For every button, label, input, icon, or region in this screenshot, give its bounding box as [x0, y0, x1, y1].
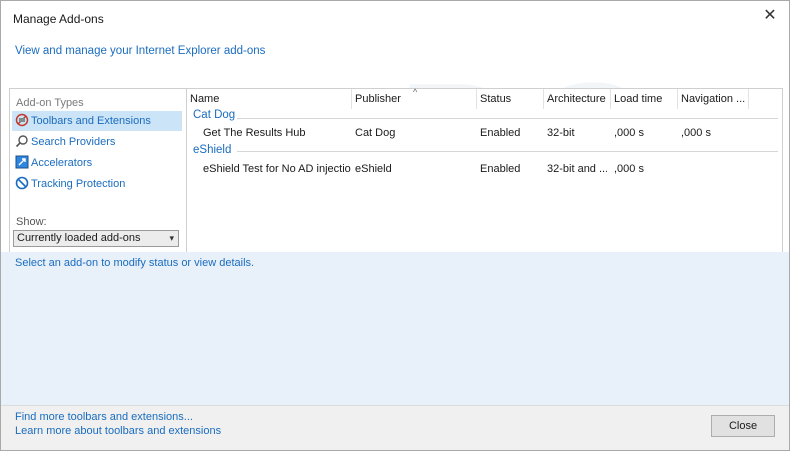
- footer-bar: Find more toolbars and extensions... Lea…: [1, 405, 789, 450]
- sidebar-item-tracking-protection[interactable]: Tracking Protection: [12, 174, 182, 194]
- sidebar-item-label: Accelerators: [31, 157, 93, 169]
- row-name: Get The Results Hub: [203, 127, 306, 139]
- row-architecture: 32-bit and ...: [547, 163, 607, 175]
- row-load-time: ,000 s: [614, 163, 644, 175]
- column-header-navigation[interactable]: Navigation ...: [678, 89, 748, 109]
- show-dropdown[interactable]: Currently loaded add-ons ▾: [13, 230, 179, 247]
- manage-addons-link[interactable]: View and manage your Internet Explorer a…: [15, 45, 265, 57]
- toolbars-extensions-icon: [15, 113, 29, 127]
- column-header-architecture[interactable]: Architecture: [544, 89, 610, 109]
- column-header-name[interactable]: Name: [187, 89, 351, 109]
- addon-types-sidebar: Add-on Types Toolbars and Extensions Sea…: [10, 89, 187, 252]
- row-navigation: ,000 s: [681, 127, 711, 139]
- row-publisher: eShield: [355, 163, 392, 175]
- sidebar-item-search-providers[interactable]: Search Providers: [12, 132, 182, 152]
- row-status: Enabled: [480, 127, 521, 139]
- column-header-status[interactable]: Status: [477, 89, 543, 109]
- addon-types-heading: Add-on Types: [16, 97, 84, 109]
- chevron-down-icon: ▾: [169, 233, 174, 243]
- group-divider: [237, 118, 778, 119]
- group-label-cat-dog: Cat Dog: [193, 109, 236, 121]
- title-bar: Manage Add-ons ✕: [1, 1, 789, 31]
- row-name: eShield Test for No AD injection: [203, 163, 351, 175]
- group-label-eshield: eShield: [193, 144, 232, 156]
- show-label: Show:: [16, 216, 47, 228]
- row-architecture: 32-bit: [547, 127, 575, 139]
- column-divider[interactable]: [748, 89, 749, 109]
- tracking-protection-icon: [15, 176, 29, 190]
- close-icon[interactable]: ✕: [761, 7, 779, 25]
- search-icon: [15, 134, 29, 148]
- row-status: Enabled: [480, 163, 521, 175]
- show-dropdown-value: Currently loaded add-ons: [17, 232, 141, 244]
- row-load-time: ,000 s: [614, 127, 644, 139]
- addons-list: ^ Name Publisher Status Architecture Loa…: [187, 87, 782, 252]
- accelerators-icon: [15, 155, 29, 169]
- details-panel: [1, 252, 789, 405]
- addons-main-panel: Add-on Types Toolbars and Extensions Sea…: [9, 87, 783, 253]
- window-title: Manage Add-ons: [13, 12, 104, 26]
- row-publisher: Cat Dog: [355, 127, 396, 139]
- close-button[interactable]: Close: [711, 415, 775, 437]
- group-divider: [237, 151, 778, 152]
- learn-more-toolbars-link[interactable]: Learn more about toolbars and extensions: [15, 425, 221, 437]
- sidebar-item-label: Tracking Protection: [31, 178, 126, 190]
- find-more-toolbars-link[interactable]: Find more toolbars and extensions...: [15, 411, 193, 423]
- manage-addons-window: PC risk.com Manage Add-ons ✕ View and ma…: [0, 0, 790, 451]
- sidebar-item-toolbars-extensions[interactable]: Toolbars and Extensions: [12, 111, 182, 131]
- sidebar-item-accelerators[interactable]: Accelerators: [12, 153, 182, 173]
- column-header-load-time[interactable]: Load time: [611, 89, 677, 109]
- status-text: Select an add-on to modify status or vie…: [15, 257, 255, 269]
- sidebar-item-label: Search Providers: [31, 136, 116, 148]
- column-header-publisher[interactable]: Publisher: [352, 89, 476, 109]
- row-navigation: [681, 160, 745, 178]
- sidebar-item-label: Toolbars and Extensions: [31, 115, 151, 127]
